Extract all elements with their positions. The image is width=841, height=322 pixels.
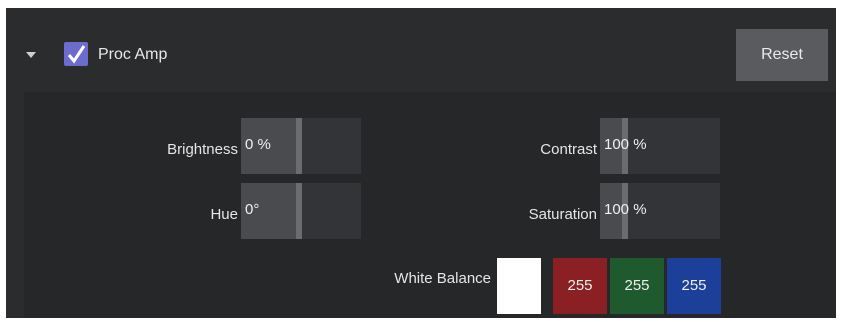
hue-slider[interactable]: 0° [241,183,361,239]
brightness-value: 0 % [245,136,271,153]
reset-button[interactable]: Reset [736,29,828,81]
saturation-label: Saturation [528,206,597,223]
white-balance-blue[interactable]: 255 [667,258,721,314]
saturation-slider[interactable]: 100 % [600,183,720,239]
enable-checkbox[interactable] [64,42,88,66]
proc-amp-panel: Proc Amp Reset Brightness 0 % Contrast 1… [6,8,836,318]
hue-label: Hue [210,206,238,223]
section-title: Proc Amp [98,46,168,63]
section-header: Proc Amp Reset [6,8,836,92]
white-balance-swatch[interactable] [497,258,541,314]
white-balance-green[interactable]: 255 [610,258,664,314]
brightness-thumb[interactable] [296,118,302,174]
checkmark-icon [67,45,86,64]
contrast-label: Contrast [540,141,597,158]
saturation-value: 100 % [604,201,647,218]
white-balance-label: White Balance [394,270,491,287]
contrast-value: 100 % [604,136,647,153]
white-balance-red[interactable]: 255 [553,258,607,314]
hue-value: 0° [245,201,260,218]
hue-thumb[interactable] [296,183,302,239]
brightness-slider[interactable]: 0 % [241,118,361,174]
chevron-down-icon[interactable] [26,52,36,58]
brightness-label: Brightness [167,141,238,158]
contrast-slider[interactable]: 100 % [600,118,720,174]
